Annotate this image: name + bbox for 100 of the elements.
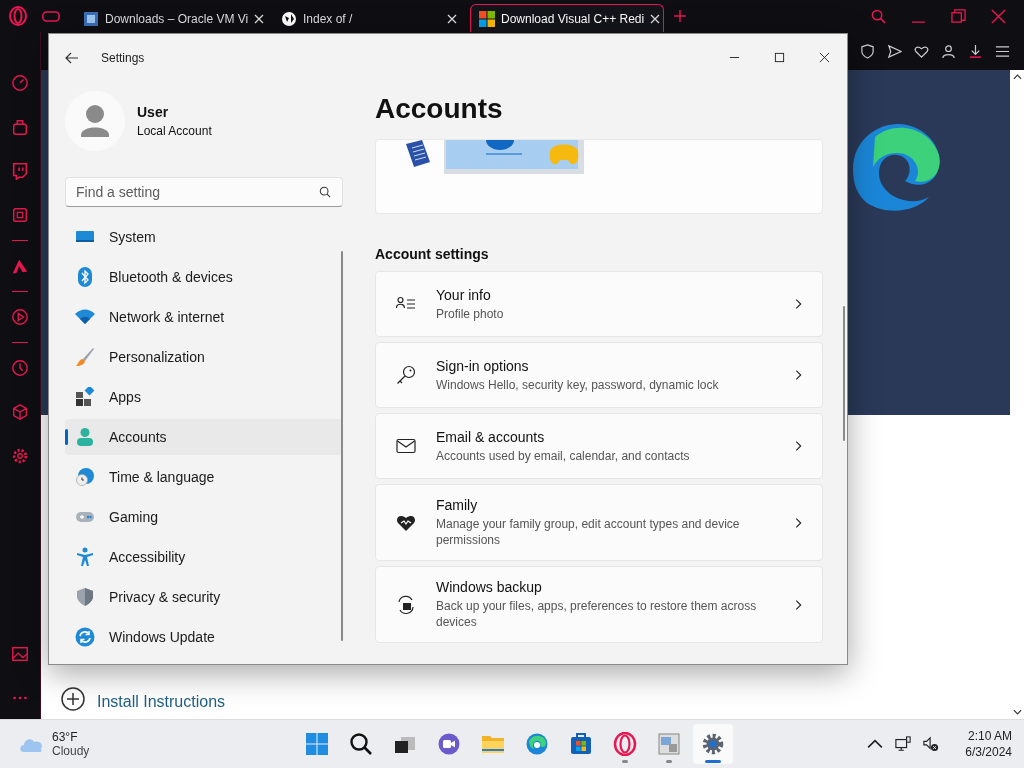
card-description: Back up your files, apps, preferences to restore them across devices	[436, 598, 758, 630]
network-icon[interactable]	[895, 736, 912, 752]
temperature: 63°F	[52, 730, 79, 744]
tab-title: Index of /	[303, 11, 354, 26]
nav-item[interactable]: Gaming	[65, 499, 343, 535]
nav-item[interactable]: Windows Update	[65, 619, 343, 655]
key-icon	[396, 365, 416, 385]
chevron-right-icon	[795, 516, 802, 529]
wifi-icon	[75, 307, 95, 327]
windows-logo-icon	[305, 732, 329, 756]
nav-item[interactable]: Bluetooth & devices	[65, 259, 343, 295]
settings-card[interactable]: Email & accounts Accounts used by email, calendar, and contacts	[375, 413, 823, 479]
settings-icon	[701, 732, 725, 756]
clock-icon[interactable]	[11, 359, 29, 377]
add-icon[interactable]	[61, 687, 85, 711]
send-icon[interactable]	[887, 43, 902, 59]
tab-title: Downloads – Oracle VM Vi	[105, 11, 249, 26]
search-icon	[349, 732, 373, 756]
card-description: Windows Hello, security key, password, dynamic lock	[436, 376, 720, 393]
globe-clock-icon	[75, 467, 95, 487]
shield-icon[interactable]	[860, 43, 875, 59]
close-icon[interactable]	[819, 52, 830, 63]
person-icon[interactable]	[941, 43, 956, 59]
clock-date[interactable]: 6/3/2024	[965, 745, 1012, 759]
user-name: User	[137, 104, 170, 120]
backup-icon	[396, 594, 416, 615]
weather-condition: Cloudy	[52, 744, 90, 758]
box-icon	[83, 10, 99, 27]
download-icon[interactable]	[968, 43, 983, 59]
chevron-right-icon	[795, 598, 802, 611]
photo-viewer-icon	[657, 732, 681, 756]
clock-time[interactable]: 2:10 AM	[967, 729, 1012, 743]
chevron-right-icon	[795, 298, 802, 310]
settings-card[interactable]: Sign-in options Windows Hello, security key, password, dynamic lock	[375, 342, 823, 408]
tent-icon[interactable]	[11, 257, 29, 275]
browser-tab[interactable]: Download Visual C++ Redi	[470, 4, 664, 32]
nav-item[interactable]: Privacy & security	[65, 579, 343, 615]
nav-item[interactable]: Accessibility	[65, 539, 343, 575]
settings-card[interactable]: Your info Profile photo	[375, 271, 823, 337]
windows-logo-icon	[479, 10, 495, 27]
menu-icon[interactable]	[995, 43, 1010, 59]
bag-icon[interactable]	[11, 118, 29, 136]
card-description: Profile photo	[436, 305, 505, 322]
bluetooth-icon	[75, 267, 95, 287]
play-icon[interactable]	[11, 308, 29, 326]
search-icon[interactable]	[319, 186, 331, 198]
browser-tab[interactable]: Index of /	[272, 4, 466, 32]
opera-logo-icon	[613, 732, 637, 756]
gamepad-icon[interactable]	[42, 9, 60, 23]
restore-icon[interactable]	[951, 8, 966, 24]
nav-scrollbar[interactable]	[341, 251, 343, 641]
video-chat-icon	[437, 732, 461, 756]
browser-tab[interactable]: Downloads – Oracle VM Vi	[74, 4, 268, 32]
new-tab-icon[interactable]	[674, 10, 686, 22]
search-field[interactable]: Find a setting	[65, 177, 343, 207]
nav-item[interactable]: Accounts	[65, 419, 343, 455]
nav-item[interactable]: Time & language	[65, 459, 343, 495]
card-title: Sign-in options	[436, 357, 530, 374]
content-scrollbar[interactable]	[843, 306, 845, 441]
page-title: Accounts	[375, 92, 504, 126]
update-icon	[75, 627, 95, 647]
chevron-right-icon	[795, 440, 802, 452]
maximize-icon[interactable]	[774, 52, 785, 63]
nav-item[interactable]: Personalization	[65, 339, 343, 375]
card-title: Your info	[436, 286, 492, 303]
window-title: Settings	[101, 50, 145, 65]
volume-muted-icon[interactable]	[923, 736, 940, 752]
nav-item[interactable]: Apps	[65, 379, 343, 415]
settings-card[interactable]: Windows backup Back up your files, apps, preferences to restore them across devices	[375, 566, 823, 643]
chat-icon[interactable]	[11, 162, 29, 180]
scroll-down-icon[interactable]	[1012, 709, 1022, 715]
nav-item[interactable]: Network & internet	[65, 299, 343, 335]
back-icon[interactable]	[65, 51, 79, 64]
settings-card[interactable]: Family Manage your family group, edit account types and device permissions	[375, 484, 823, 561]
card-title: Family	[436, 497, 479, 513]
scroll-up-icon[interactable]	[1012, 74, 1022, 80]
tab-title: Download Visual C++ Redi	[501, 11, 645, 26]
person-icon	[75, 427, 95, 447]
brush-icon	[75, 347, 95, 367]
search-icon[interactable]	[871, 8, 886, 24]
heart-icon[interactable]	[914, 43, 929, 59]
chevron-right-icon	[795, 369, 802, 381]
mail-icon	[396, 436, 416, 456]
gauge-icon[interactable]	[11, 74, 29, 92]
section-heading: Account settings	[375, 245, 490, 264]
install-instructions-link[interactable]: Install Instructions	[97, 693, 226, 711]
card-description: Manage your family group, edit account types and device permissions	[436, 516, 741, 548]
store-icon	[569, 732, 593, 756]
card-description: Accounts used by email, calendar, and contacts	[436, 447, 691, 464]
opera-logo-icon[interactable]	[8, 6, 28, 26]
card-title: Windows backup	[436, 579, 543, 595]
globe-icon	[281, 10, 297, 27]
settings-icon[interactable]	[11, 447, 29, 465]
apps-icon	[75, 387, 95, 407]
nav-item[interactable]: System	[65, 219, 343, 255]
avatar-icon[interactable]	[65, 91, 125, 151]
card-title: Email & accounts	[436, 428, 546, 445]
chip-icon[interactable]	[11, 206, 29, 224]
image-icon[interactable]	[11, 645, 29, 663]
cube-icon[interactable]	[11, 403, 29, 421]
